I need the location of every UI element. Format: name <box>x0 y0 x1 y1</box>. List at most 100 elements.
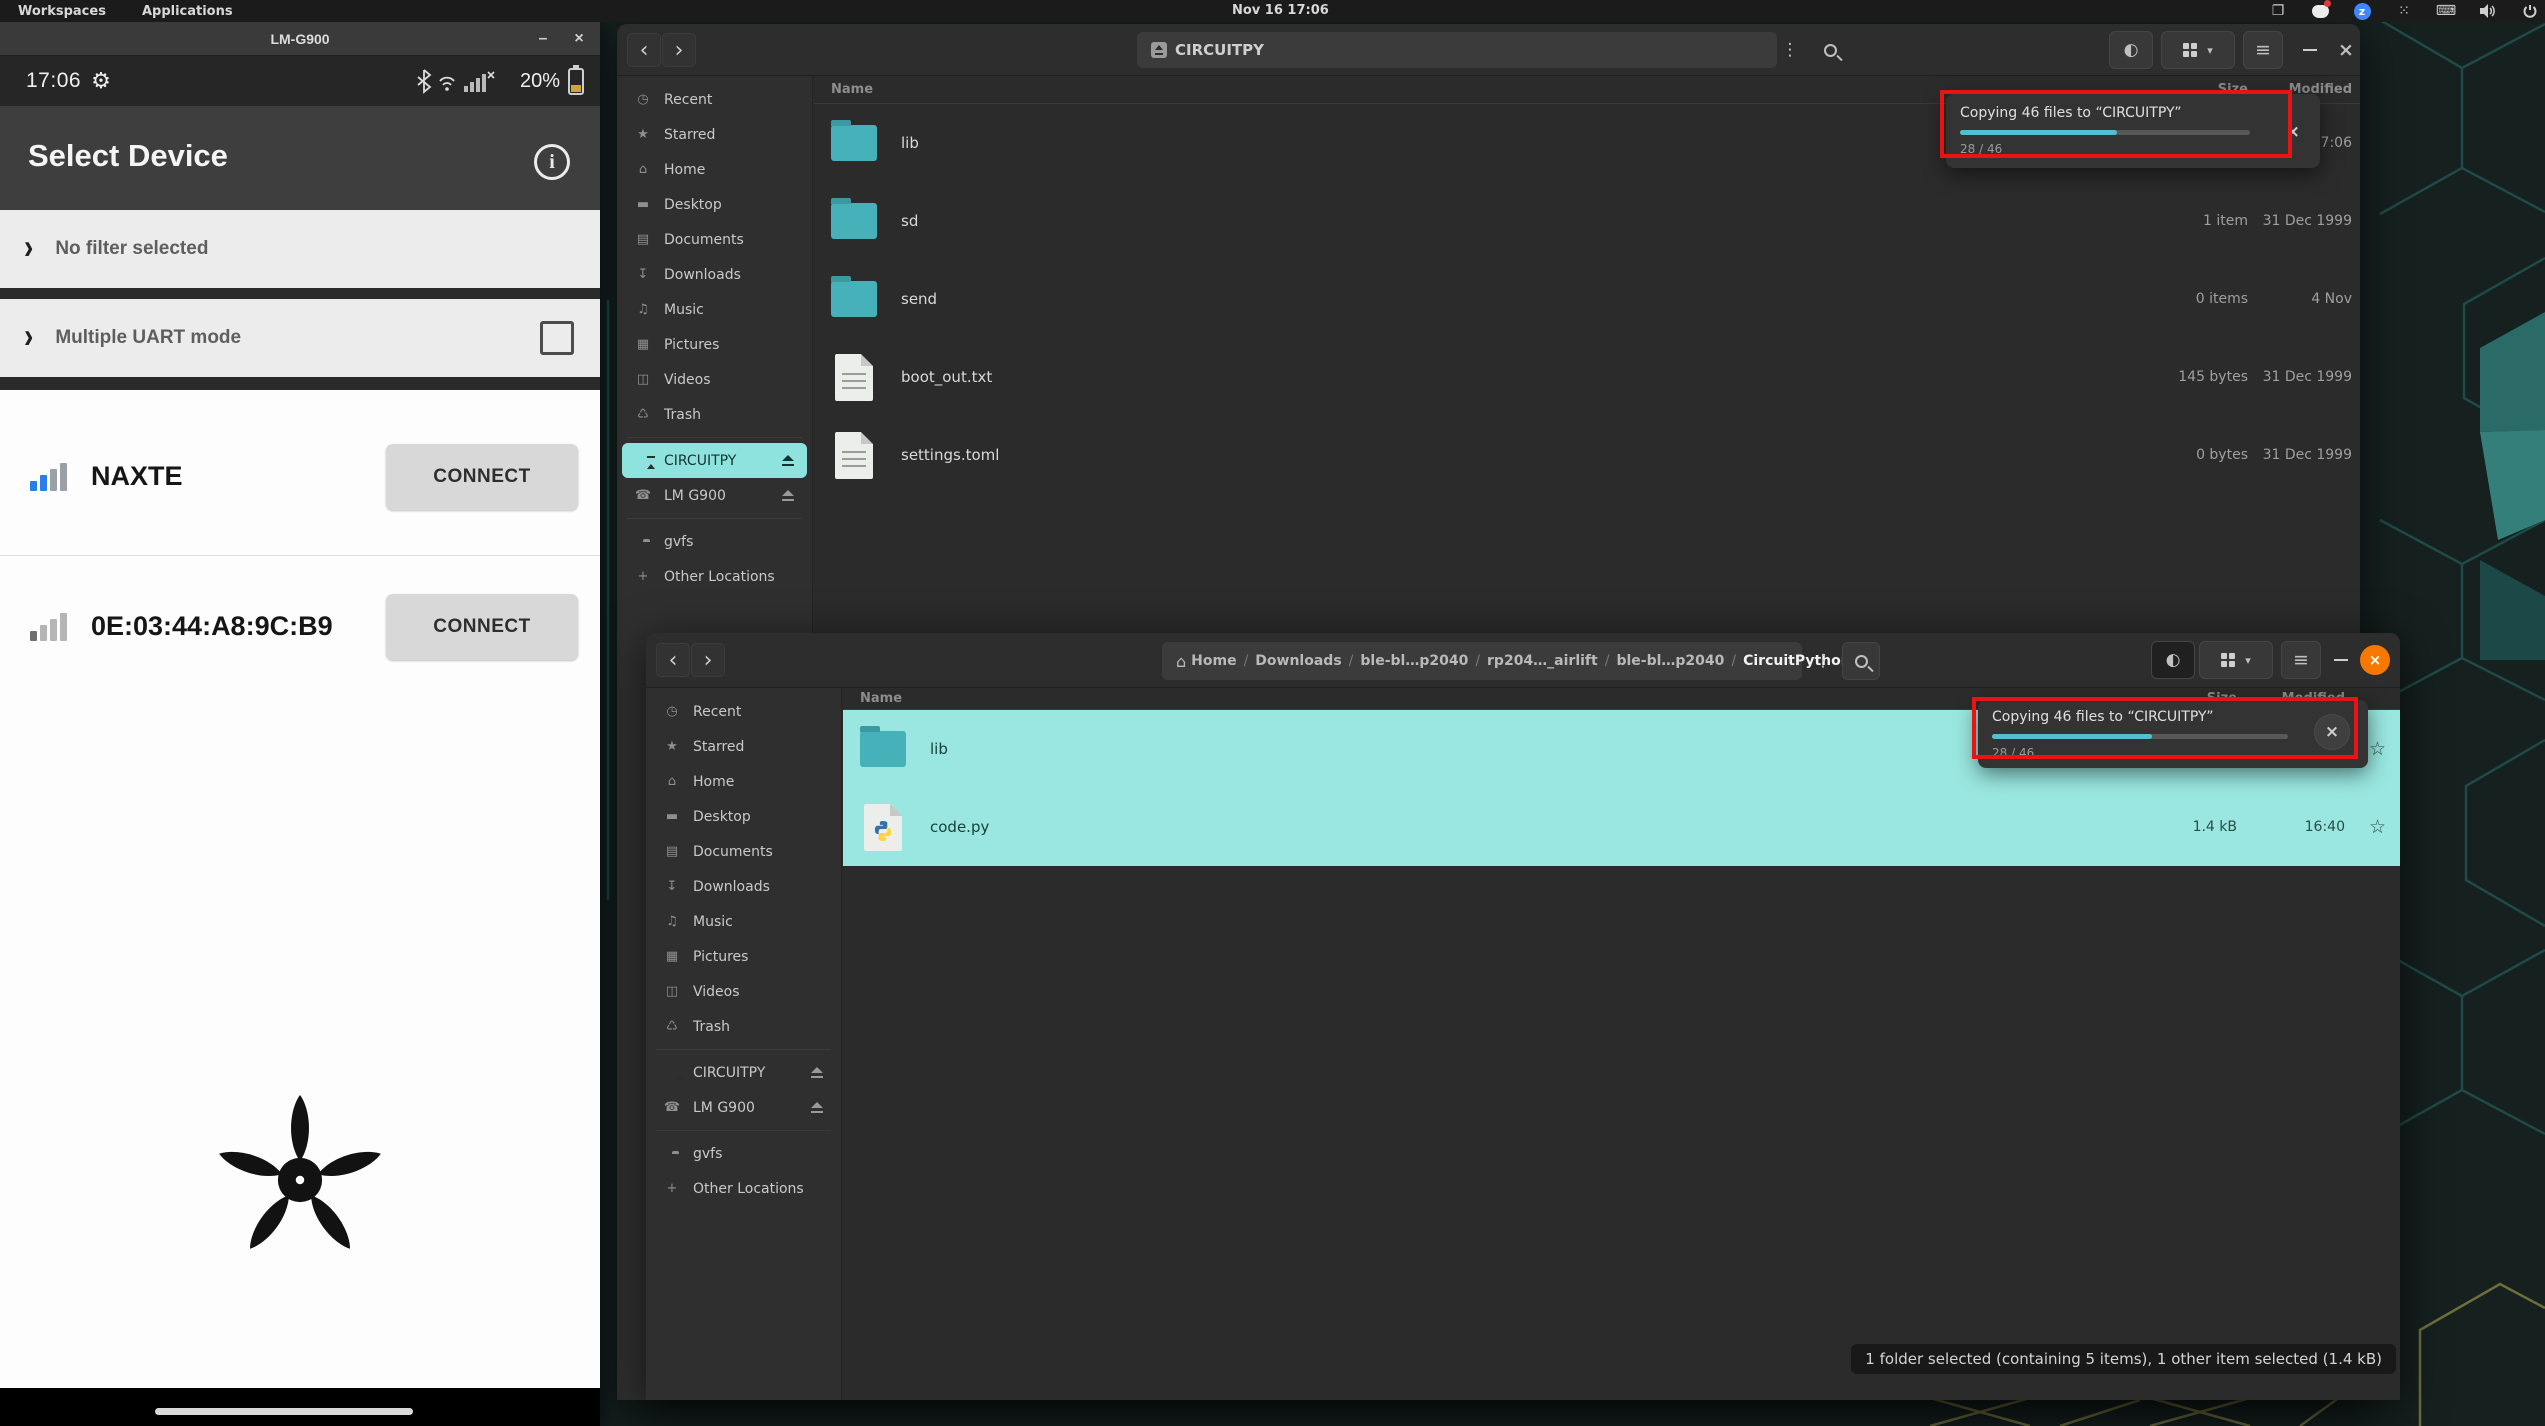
close-button[interactable]: × <box>562 22 596 56</box>
divider <box>0 377 600 390</box>
filter-row-multiple-uart[interactable]: › Multiple UART mode <box>0 299 600 377</box>
sidebar-item-videos[interactable]: ◫Videos <box>651 974 836 1009</box>
sidebar-item-desktop[interactable]: ▬Desktop <box>651 799 836 834</box>
clock[interactable]: Nov 16 17:06 <box>1232 3 1329 18</box>
file-row-sd[interactable]: sd 1 item 31 Dec 1999 <box>814 182 2360 260</box>
column-name[interactable]: Name <box>814 82 873 97</box>
file-row-code-py-selected[interactable]: code.py 1.4 kB 16:40 ☆ <box>843 788 2400 866</box>
sidebar-item-lm-g900[interactable]: ☎LM G900 <box>622 478 807 513</box>
volume-icon[interactable] <box>2479 2 2497 20</box>
eject-icon[interactable] <box>810 1102 824 1113</box>
sidebar-item-desktop[interactable]: ▬Desktop <box>622 187 807 222</box>
minimize-button[interactable] <box>2293 31 2327 69</box>
info-icon[interactable]: i <box>534 144 570 180</box>
keyboard-icon[interactable]: ⌨ <box>2437 2 2455 20</box>
device-name: 0E:03:44:A8:9C:B9 <box>91 610 411 644</box>
sidebar-item-pictures[interactable]: ▦Pictures <box>651 939 836 974</box>
search-lens-icon <box>1824 44 1837 57</box>
sidebar-label: Videos <box>693 984 740 1000</box>
view-options-kebab[interactable]: ⋮ <box>1775 33 1805 67</box>
sidebar-item-gvfs[interactable]: gvfs <box>651 1136 836 1171</box>
close-button[interactable]: × <box>2329 31 2363 69</box>
minimize-button[interactable]: – <box>526 22 560 56</box>
star-toggle-icon[interactable]: ☆ <box>2369 816 2386 838</box>
hamburger-menu-button[interactable]: ≡ <box>2281 641 2321 679</box>
sidebar-item-gvfs[interactable]: gvfs <box>622 524 807 559</box>
back-button[interactable]: ‹ <box>627 33 661 67</box>
scatter-tiles-icon[interactable]: ⁙ <box>2395 2 2413 20</box>
cancel-copy-icon[interactable]: × <box>2286 122 2300 142</box>
breadcrumb-ble-p2040-2[interactable]: ble-bl…p2040 <box>1609 653 1731 669</box>
close-button[interactable]: × <box>2360 645 2390 675</box>
breadcrumb-downloads[interactable]: Downloads <box>1248 653 1348 669</box>
view-toggle-button[interactable]: ▾ <box>2199 641 2273 679</box>
home-indicator[interactable] <box>155 1408 413 1415</box>
view-options-kebab[interactable]: ⋮ <box>1808 644 1838 678</box>
adjust-contrast-button[interactable]: ◐ <box>2151 641 2195 679</box>
eject-icon[interactable] <box>781 490 795 501</box>
sidebar-item-trash[interactable]: ♺Trash <box>622 397 807 432</box>
forward-button[interactable]: › <box>691 643 725 677</box>
column-name[interactable]: Name <box>843 691 902 706</box>
search-button[interactable] <box>1842 642 1880 680</box>
connect-button-naxte[interactable]: CONNECT <box>386 444 578 510</box>
sidebar-item-downloads[interactable]: ↧Downloads <box>651 869 836 904</box>
window-stack-icon[interactable]: ❐ <box>2269 2 2287 20</box>
breadcrumb-rp204-airlift[interactable]: rp204…_airlift <box>1480 653 1605 669</box>
sidebar-item-pictures[interactable]: ▦Pictures <box>622 327 807 362</box>
device-row-naxte[interactable]: NAXTE CONNECT <box>0 412 600 542</box>
filter-row-no-filter[interactable]: › No filter selected <box>0 210 600 288</box>
sidebar-item-other-locations[interactable]: +Other Locations <box>651 1171 836 1206</box>
view-toggle-button[interactable]: ▾ <box>2161 31 2235 69</box>
hamburger-menu-button[interactable]: ≡ <box>2243 31 2283 69</box>
applications-menu[interactable]: Applications <box>124 4 251 19</box>
search-lens-icon <box>1855 655 1868 668</box>
sidebar-item-circuitpy[interactable]: CIRCUITPY <box>622 443 807 478</box>
search-icon[interactable] <box>1813 33 1847 67</box>
sidebar-label: Trash <box>664 407 701 423</box>
eject-icon[interactable] <box>781 455 795 466</box>
forward-button[interactable]: › <box>662 33 696 67</box>
sidebar-item-starred[interactable]: ★Starred <box>622 117 807 152</box>
power-icon[interactable] <box>2521 2 2539 20</box>
file-row-send[interactable]: send 0 items 4 Nov <box>814 260 2360 338</box>
sidebar-item-home[interactable]: ⌂Home <box>651 764 836 799</box>
sidebar-item-music[interactable]: ♫Music <box>622 292 807 327</box>
location-bar[interactable]: CIRCUITPY <box>1137 32 1777 68</box>
zoom-icon[interactable]: z <box>2353 2 2371 20</box>
sidebar-item-circuitpy[interactable]: CIRCUITPY <box>651 1055 836 1090</box>
star-toggle-icon[interactable]: ☆ <box>2369 738 2386 760</box>
workspaces-menu[interactable]: Workspaces <box>0 4 124 19</box>
file-row-boot-out-txt[interactable]: boot_out.txt 145 bytes 31 Dec 1999 <box>814 338 2360 416</box>
cancel-copy-button[interactable]: × <box>2314 714 2350 750</box>
plus-icon: + <box>634 569 652 584</box>
breadcrumb-ble-p2040[interactable]: ble-bl…p2040 <box>1353 653 1475 669</box>
sidebar-item-documents[interactable]: ▤Documents <box>622 222 807 257</box>
connect-button-mac[interactable]: CONNECT <box>386 594 578 660</box>
breadcrumb[interactable]: ⌂ Home / Downloads / ble-bl…p2040 / rp20… <box>1162 642 1802 680</box>
sidebar-item-recent[interactable]: ◷Recent <box>651 694 836 729</box>
device-row-mac-address[interactable]: 0E:03:44:A8:9C:B9 CONNECT <box>0 562 600 692</box>
window2-sidebar: ◷Recent ★Starred ⌂Home ▬Desktop ▤Documen… <box>646 688 842 1400</box>
text-file-icon <box>835 354 873 401</box>
breadcrumb-home[interactable]: Home <box>1184 653 1243 669</box>
back-button[interactable]: ‹ <box>656 643 690 677</box>
phone-window-titlebar[interactable]: LM-G900 – × <box>0 22 600 56</box>
sidebar-item-starred[interactable]: ★Starred <box>651 729 836 764</box>
sidebar-item-videos[interactable]: ◫Videos <box>622 362 807 397</box>
discord-icon[interactable] <box>2311 2 2329 20</box>
minimize-button[interactable] <box>2326 641 2356 679</box>
adjust-contrast-button[interactable]: ◐ <box>2109 31 2153 69</box>
sidebar-item-documents[interactable]: ▤Documents <box>651 834 836 869</box>
uart-mode-checkbox[interactable] <box>540 321 574 355</box>
sidebar-item-downloads[interactable]: ↧Downloads <box>622 257 807 292</box>
eject-icon[interactable] <box>810 1067 824 1078</box>
sidebar-item-recent[interactable]: ◷Recent <box>622 82 807 117</box>
sidebar-item-home[interactable]: ⌂Home <box>622 152 807 187</box>
sidebar-item-lm-g900[interactable]: ☎LM G900 <box>651 1090 836 1125</box>
sidebar-item-trash[interactable]: ♺Trash <box>651 1009 836 1044</box>
sidebar-item-music[interactable]: ♫Music <box>651 904 836 939</box>
file-row-settings-toml[interactable]: settings.toml 0 bytes 31 Dec 1999 <box>814 416 2360 494</box>
sidebar-item-other-locations[interactable]: +Other Locations <box>622 559 807 594</box>
device-list-separator <box>0 555 600 556</box>
